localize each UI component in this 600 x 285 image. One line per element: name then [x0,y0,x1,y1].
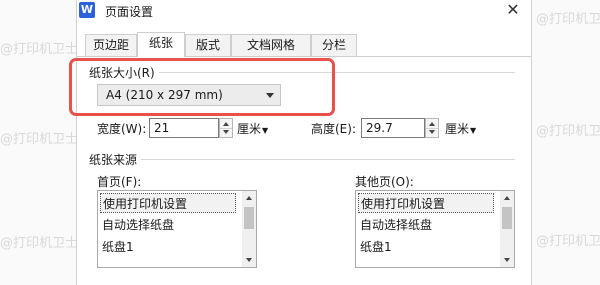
spin-down-button[interactable] [220,128,232,137]
arrow-up-icon [504,196,510,200]
width-unit-dropdown[interactable]: 厘米▼ [237,120,268,137]
paper-size-value: A4 (210 x 297 mm) [106,88,223,102]
watermark-text: @打印机卫士 [0,42,79,57]
watermark-text: @打印机卫士 [536,124,600,139]
width-spinner[interactable] [219,118,233,138]
height-spinner[interactable] [425,118,439,138]
list-item[interactable]: 自动选择纸盘 [100,215,236,235]
arrow-up-icon [246,196,252,200]
caret-down-icon: ▼ [262,126,269,135]
width-label: 宽度(W): [97,122,147,136]
list-item[interactable]: 纸盘1 [100,237,236,257]
scrollbar[interactable] [500,191,514,267]
title-bar[interactable]: W 页面设置 ✕ [77,0,531,22]
tab-document-grid[interactable]: 文档网格 [231,34,311,56]
arrow-down-icon [246,258,252,262]
height-input[interactable]: 29.7 [361,118,425,138]
window-title: 页面设置 [105,5,154,19]
other-pages-label: 其他页(O): [355,175,414,189]
width-unit: 厘米 [237,122,262,136]
scroll-up-button[interactable] [242,191,256,205]
tab-layout[interactable]: 版式 [185,34,231,56]
tab-margins[interactable]: 页边距 [85,34,137,56]
scroll-up-button[interactable] [500,191,514,205]
other-pages-listbox[interactable]: 使用打印机设置 自动选择纸盘 纸盘1 [355,190,515,268]
scroll-down-button[interactable] [500,253,514,267]
height-unit: 厘米 [445,122,470,136]
arrow-up-icon [429,122,435,126]
height-label: 高度(E): [311,122,356,136]
arrow-up-icon [223,122,229,126]
page-setup-dialog: W 页面设置 ✕ 页边距 纸张 版式 文档网格 分栏 纸张大小(R) A4 (2… [69,0,532,285]
tab-columns[interactable]: 分栏 [311,34,357,56]
close-button[interactable]: ✕ [503,0,523,20]
watermark-text: @打印机卫士 [536,234,600,249]
watermark-text: @打印机卫士 [0,236,79,251]
arrow-down-icon [504,258,510,262]
width-input[interactable]: 21 [149,118,219,138]
list-item[interactable]: 使用打印机设置 [100,193,236,213]
height-unit-dropdown[interactable]: 厘米▼ [445,120,476,137]
paper-source-group-label: 纸张来源 [89,151,142,168]
first-page-label: 首页(F): [97,175,142,189]
watermark-text: @打印机卫士 [536,12,600,27]
watermark-text: @打印机卫士 [0,132,79,147]
paper-size-group-label: 纸张大小(R) [89,64,159,81]
scroll-down-button[interactable] [242,253,256,267]
list-item[interactable]: 自动选择纸盘 [358,215,494,235]
group-divider [97,72,515,73]
list-item[interactable]: 使用打印机设置 [358,193,494,213]
paper-size-dropdown[interactable]: A4 (210 x 297 mm) [97,84,281,106]
scrollbar[interactable] [242,191,256,267]
arrow-down-icon [223,130,229,134]
scroll-thumb[interactable] [244,207,254,229]
spin-down-button[interactable] [426,128,438,137]
chevron-down-icon [266,93,274,98]
tab-paper[interactable]: 纸张 [137,32,185,57]
scroll-thumb[interactable] [502,207,512,229]
group-divider [97,159,515,160]
list-item[interactable]: 纸盘1 [358,237,494,257]
first-page-listbox[interactable]: 使用打印机设置 自动选择纸盘 纸盘1 [97,190,257,268]
arrow-down-icon [429,130,435,134]
caret-down-icon: ▼ [470,126,477,135]
wps-writer-icon: W [79,2,95,18]
